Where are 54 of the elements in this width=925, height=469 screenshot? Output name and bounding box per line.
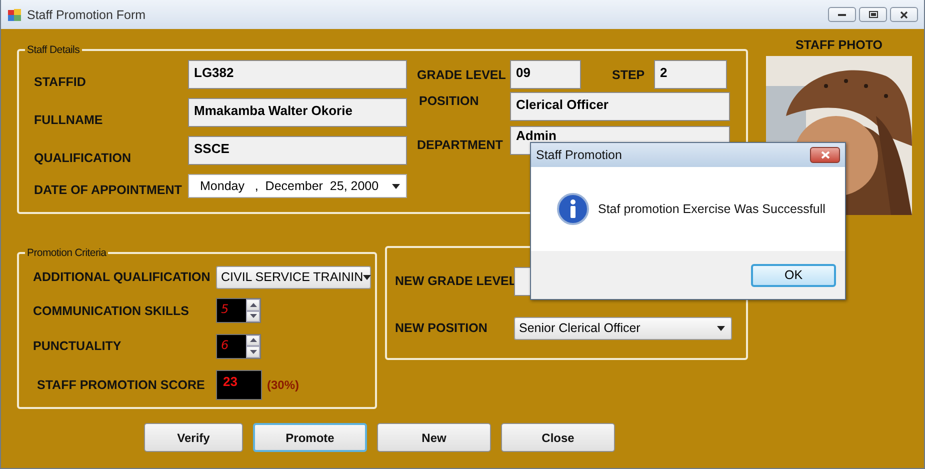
form-button[interactable]: New bbox=[377, 423, 491, 452]
score-field: 23 bbox=[216, 370, 262, 400]
text-field[interactable]: 09 bbox=[510, 60, 581, 89]
text-field[interactable]: Clerical Officer bbox=[510, 92, 730, 121]
score-percent: (30%) bbox=[267, 378, 300, 392]
field-label: NEW GRADE LEVEL bbox=[395, 274, 517, 288]
text-field[interactable]: SSCE bbox=[188, 136, 407, 165]
minimize-icon bbox=[838, 13, 846, 16]
spin-up-icon[interactable] bbox=[246, 299, 260, 310]
maximize-button[interactable] bbox=[859, 7, 887, 22]
field-label: DATE OF APPOINTMENT bbox=[34, 183, 182, 197]
dropdown-arrow-icon bbox=[717, 326, 725, 330]
number-spinner[interactable]: 6 bbox=[216, 334, 261, 358]
dropdown[interactable]: Senior Clerical Officer bbox=[514, 316, 732, 340]
minimize-button[interactable] bbox=[828, 7, 856, 22]
window-title: Staff Promotion Form bbox=[27, 8, 146, 22]
field-label: QUALIFICATION bbox=[34, 151, 131, 165]
field-label: STAFF PROMOTION SCORE bbox=[37, 378, 205, 392]
spin-down-icon[interactable] bbox=[246, 346, 260, 358]
dialog-message: Staf promotion Exercise Was Successfull bbox=[598, 202, 826, 216]
field-label: NEW POSITION bbox=[395, 321, 488, 335]
dropdown-arrow-icon bbox=[392, 184, 400, 188]
form-button[interactable]: Close bbox=[501, 423, 615, 452]
info-icon bbox=[557, 193, 589, 225]
field-label: STAFFID bbox=[34, 75, 86, 89]
ok-button[interactable]: OK bbox=[751, 264, 836, 286]
field-label: COMMUNICATION SKILLS bbox=[33, 304, 190, 318]
field-label: DEPARTMENT bbox=[417, 138, 503, 152]
group-title: Staff Details bbox=[26, 44, 81, 56]
app-icon bbox=[8, 8, 21, 20]
number-spinner[interactable]: 5 bbox=[216, 298, 261, 323]
dropdown[interactable]: CIVIL SERVICE TRAININ bbox=[216, 266, 371, 288]
close-icon bbox=[900, 10, 908, 18]
text-field[interactable]: 2 bbox=[654, 60, 727, 89]
form-button[interactable]: Promote bbox=[253, 423, 367, 452]
field-label: FULLNAME bbox=[34, 113, 103, 127]
field-label: PUNCTUALITY bbox=[33, 339, 122, 353]
dropdown-arrow-icon bbox=[363, 274, 372, 280]
field-label: POSITION bbox=[419, 94, 479, 108]
close-button[interactable] bbox=[810, 147, 840, 163]
field-label: ADDITIONAL QUALIFICATION bbox=[33, 270, 210, 284]
field-label: STEP bbox=[612, 68, 645, 82]
close-button[interactable] bbox=[890, 7, 918, 22]
text-field[interactable]: LG382 bbox=[188, 60, 407, 89]
photo-label: STAFF PHOTO bbox=[795, 38, 883, 52]
group-title: Promotion Criteria bbox=[26, 247, 108, 259]
form-button[interactable]: Verify bbox=[144, 423, 243, 452]
text-field[interactable]: Mmakamba Walter Okorie bbox=[188, 98, 407, 127]
maximize-icon bbox=[868, 11, 878, 18]
date-picker[interactable]: Monday , December 25, 2000 bbox=[188, 174, 407, 198]
field-label: GRADE LEVEL bbox=[417, 68, 506, 82]
spin-down-icon[interactable] bbox=[246, 310, 260, 322]
spin-up-icon[interactable] bbox=[246, 334, 260, 346]
close-icon bbox=[820, 151, 830, 159]
